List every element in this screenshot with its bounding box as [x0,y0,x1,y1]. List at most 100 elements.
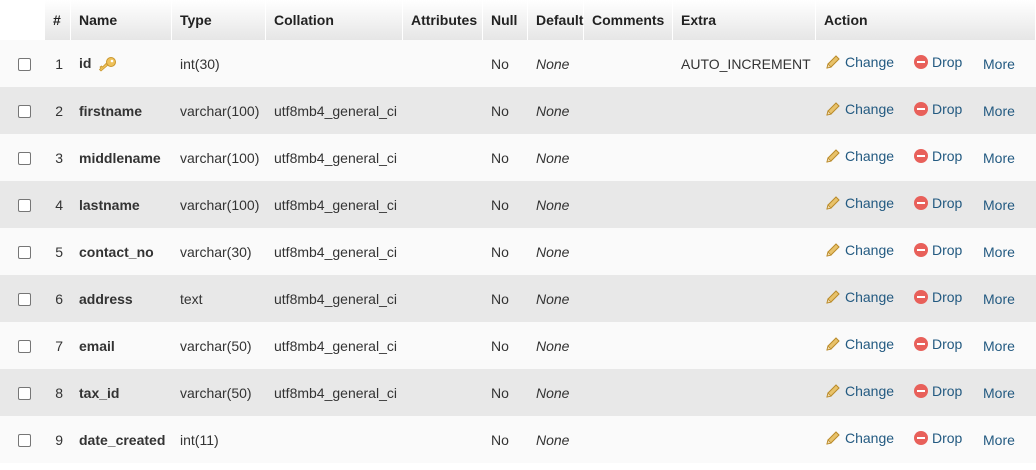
column-null: No [483,134,528,181]
more-cell: More [975,181,1036,228]
change-label: Change [845,430,895,446]
row-checkbox-cell [0,275,45,322]
table-row: 8 tax_id varchar(50) utf8mb4_general_ci … [0,369,1036,416]
drop-circle-icon [914,55,928,69]
more-link[interactable]: More [983,385,1015,401]
more-link[interactable]: More [983,197,1015,213]
row-checkbox[interactable] [18,246,31,260]
change-link[interactable]: Change [824,194,894,212]
column-name: tax_id [79,384,120,401]
row-checkbox[interactable] [18,434,31,448]
row-checkbox-cell [0,369,45,416]
column-comments [584,322,673,369]
table-row: 2 firstname varchar(100) utf8mb4_general… [0,87,1036,134]
column-null: No [483,228,528,275]
column-default: None [528,87,584,134]
more-cell: More [975,369,1036,416]
drop-link[interactable]: Drop [913,101,962,117]
pencil-icon [826,55,840,69]
drop-link[interactable]: Drop [913,54,962,70]
more-link[interactable]: More [983,291,1015,307]
table-row: 6 address text utf8mb4_general_ci No Non… [0,275,1036,322]
row-checkbox[interactable] [18,105,31,119]
column-name: lastname [79,196,140,213]
drop-link[interactable]: Drop [913,289,962,305]
header-default[interactable]: Default [528,0,584,40]
change-link[interactable]: Change [824,288,894,306]
drop-link[interactable]: Drop [913,242,962,258]
change-link[interactable]: Change [824,241,894,259]
change-cell: Change [816,40,905,87]
column-comments [584,228,673,275]
row-checkbox[interactable] [18,58,31,72]
header-extra[interactable]: Extra [673,0,816,40]
row-checkbox[interactable] [18,293,31,307]
more-link[interactable]: More [983,432,1015,448]
header-comments[interactable]: Comments [584,0,673,40]
drop-circle-icon [914,337,928,351]
more-link[interactable]: More [983,244,1015,260]
more-link[interactable]: More [983,338,1015,354]
change-link[interactable]: Change [824,53,894,71]
column-type: varchar(30) [172,228,266,275]
header-attributes[interactable]: Attributes [403,0,483,40]
pencil-icon [826,337,840,351]
change-label: Change [845,195,895,211]
row-number: 8 [45,369,71,416]
column-extra [673,181,816,228]
column-default: None [528,40,584,87]
column-attributes [403,416,483,463]
column-collation: utf8mb4_general_ci [266,369,403,416]
column-comments [584,134,673,181]
more-cell: More [975,416,1036,463]
row-checkbox[interactable] [18,152,31,166]
column-name: date_created [79,431,166,448]
header-num[interactable]: # [45,0,71,40]
more-link[interactable]: More [983,150,1015,166]
column-attributes [403,181,483,228]
row-checkbox[interactable] [18,387,31,401]
drop-link[interactable]: Drop [913,148,962,164]
change-cell: Change [816,416,905,463]
change-link[interactable]: Change [824,100,894,118]
drop-cell: Drop [905,181,975,228]
drop-link[interactable]: Drop [913,195,962,211]
pencil-icon [826,149,840,163]
column-default: None [528,322,584,369]
more-cell: More [975,40,1036,87]
change-cell: Change [816,87,905,134]
header-name[interactable]: Name [71,0,172,40]
table-row: 1 id int(30) No None AUTO_INCREMENT Chan… [0,40,1036,87]
column-default: None [528,416,584,463]
drop-link[interactable]: Drop [913,430,962,446]
drop-label: Drop [932,336,963,352]
row-number: 7 [45,322,71,369]
column-type: text [172,275,266,322]
row-checkbox[interactable] [18,340,31,354]
change-cell: Change [816,322,905,369]
column-name: id [79,54,92,71]
change-label: Change [845,54,895,70]
column-name-cell: email [71,322,172,369]
header-null[interactable]: Null [483,0,528,40]
change-link[interactable]: Change [824,382,894,400]
column-name-cell: contact_no [71,228,172,275]
more-link[interactable]: More [983,56,1015,72]
row-number: 9 [45,416,71,463]
column-null: No [483,87,528,134]
header-collation[interactable]: Collation [266,0,403,40]
column-attributes [403,40,483,87]
row-checkbox[interactable] [18,199,31,213]
column-collation: utf8mb4_general_ci [266,322,403,369]
drop-circle-icon [914,196,928,210]
change-link[interactable]: Change [824,429,894,447]
drop-link[interactable]: Drop [913,383,962,399]
pencil-icon [826,290,840,304]
drop-link[interactable]: Drop [913,336,962,352]
change-link[interactable]: Change [824,147,894,165]
header-type[interactable]: Type [172,0,266,40]
change-link[interactable]: Change [824,335,894,353]
row-number: 6 [45,275,71,322]
more-cell: More [975,322,1036,369]
more-link[interactable]: More [983,103,1015,119]
